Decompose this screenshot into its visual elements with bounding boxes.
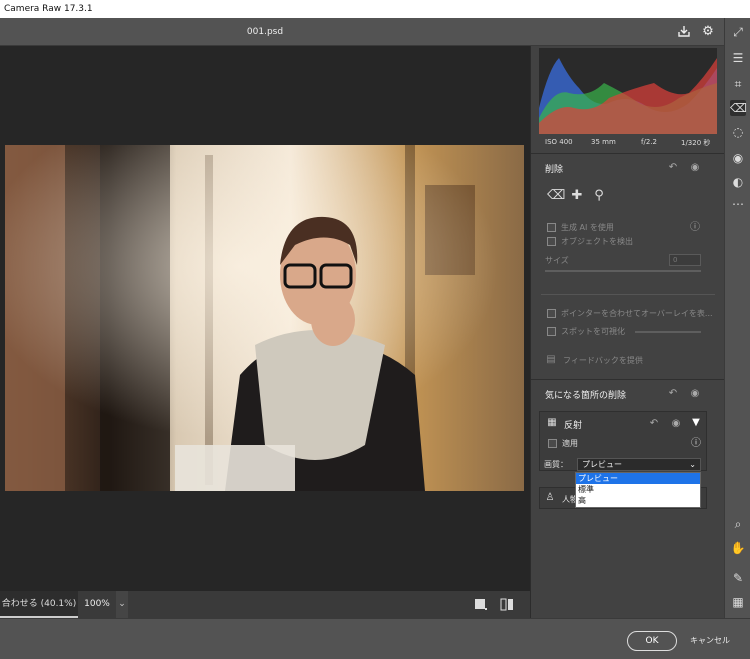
size-slider[interactable] bbox=[545, 270, 701, 272]
crop-icon[interactable]: ⌗ bbox=[730, 76, 746, 92]
quality-option-preview[interactable]: プレビュー bbox=[576, 473, 700, 484]
people-icon: ♙ bbox=[545, 492, 555, 503]
zoom-bar: 合わせる (40.1%) 100% ⌄ bbox=[0, 591, 530, 618]
aperture: f/2.2 bbox=[641, 138, 657, 146]
iso-value: ISO 400 bbox=[545, 138, 573, 146]
view-mode-icon[interactable] bbox=[474, 598, 488, 611]
detect-objects-label: オブジェクトを検出 bbox=[561, 237, 633, 246]
eraser-icon[interactable]: ⌫ bbox=[730, 100, 747, 116]
visualize-spots-label: スポットを可視化 bbox=[561, 327, 625, 336]
apply-label: 適用 bbox=[562, 439, 578, 448]
visibility-icon[interactable]: ◉ bbox=[670, 418, 682, 430]
gen-ai-label: 生成 AI を使用 bbox=[561, 223, 614, 232]
histogram bbox=[539, 48, 717, 134]
zoom-dropdown-icon[interactable]: ⌄ bbox=[116, 591, 128, 618]
save-icon[interactable] bbox=[676, 24, 692, 40]
window-title: Camera Raw 17.3.1 bbox=[0, 0, 750, 18]
feedback-link[interactable]: フィードバックを提供 bbox=[563, 355, 643, 366]
tool-strip: ⤢ ☰ ⌗ ⌫ ◌ ◉ ◐ ⋯ ⌕ ✋ ✎ ▦ bbox=[724, 18, 750, 618]
quality-option-high[interactable]: 高 bbox=[576, 495, 700, 506]
adjust-sliders-icon[interactable]: ☰ bbox=[730, 50, 746, 66]
collapse-icon[interactable]: ▼ bbox=[690, 417, 702, 429]
distractions-panel-title: 気になる箇所の削除 bbox=[545, 391, 627, 401]
redeye-icon[interactable]: ◉ bbox=[730, 150, 746, 166]
gear-icon[interactable]: ⚙ bbox=[700, 24, 716, 40]
reflection-icon: ▦ bbox=[547, 417, 557, 428]
stamp-icon[interactable]: ⚲ bbox=[591, 188, 607, 204]
remove-panel-title: 削除 bbox=[545, 165, 564, 175]
quality-select[interactable]: プレビュー ⌄ bbox=[577, 458, 701, 471]
focal-length: 35 mm bbox=[591, 138, 616, 146]
visualize-spots-checkbox[interactable] bbox=[547, 327, 556, 336]
more-icon[interactable]: ⋯ bbox=[730, 196, 746, 212]
zoom-percent-button[interactable]: 100% bbox=[80, 591, 114, 618]
info-icon[interactable]: ⓘ bbox=[690, 438, 702, 450]
zoom-icon[interactable]: ⌕ bbox=[730, 516, 746, 532]
presets-icon[interactable]: ◐ bbox=[730, 174, 746, 190]
visibility-icon[interactable]: ◉ bbox=[689, 162, 701, 174]
ok-button[interactable]: OK bbox=[627, 631, 677, 651]
image-canvas[interactable] bbox=[0, 46, 530, 591]
reset-icon[interactable]: ↶ bbox=[648, 418, 660, 430]
file-name: 001.psd bbox=[246, 27, 284, 37]
footer-bar: OK キャンセル bbox=[0, 618, 750, 659]
quality-label: 画質： bbox=[544, 460, 568, 469]
photo-preview[interactable] bbox=[5, 145, 524, 491]
quality-option-standard[interactable]: 標準 bbox=[576, 484, 700, 495]
visibility-icon[interactable]: ◉ bbox=[689, 388, 701, 400]
detect-objects-checkbox[interactable] bbox=[547, 237, 556, 246]
size-label: サイズ bbox=[545, 256, 569, 265]
capture-info: ISO 400 35 mm f/2.2 1/320 秒 bbox=[531, 138, 725, 152]
overlay-checkbox[interactable] bbox=[547, 309, 556, 318]
zoom-fit-button[interactable]: 合わせる (40.1%) bbox=[0, 591, 78, 618]
visualize-slider[interactable] bbox=[635, 331, 701, 333]
shutter-speed: 1/320 秒 bbox=[681, 139, 711, 147]
reflections-title: 反射 bbox=[564, 421, 583, 431]
reset-icon[interactable]: ↶ bbox=[667, 162, 679, 174]
right-panel: ISO 400 35 mm f/2.2 1/320 秒 削除 ↶ ◉ ⌫ ✚ ⚲… bbox=[530, 46, 725, 618]
before-after-icon[interactable] bbox=[500, 598, 514, 611]
cancel-button[interactable]: キャンセル bbox=[686, 631, 734, 651]
overlay-label: ポインターを合わせてオーバーレイを表... bbox=[561, 309, 713, 318]
quality-dropdown-list: プレビュー 標準 高 bbox=[575, 472, 701, 508]
fullscreen-icon[interactable]: ⤢ bbox=[730, 24, 746, 40]
gen-ai-checkbox[interactable] bbox=[547, 223, 556, 232]
info-icon[interactable]: ⓘ bbox=[689, 222, 701, 234]
eraser-icon[interactable]: ⌫ bbox=[547, 188, 565, 204]
apply-checkbox[interactable] bbox=[548, 439, 557, 448]
chevron-down-icon: ⌄ bbox=[689, 460, 696, 469]
feedback-icon[interactable]: ▤ bbox=[543, 352, 559, 368]
top-bar: 001.psd ⚙ bbox=[0, 18, 724, 46]
color-sampler-icon[interactable]: ✎ bbox=[730, 570, 746, 586]
quality-select-value: プレビュー bbox=[582, 460, 622, 469]
reset-icon[interactable]: ↶ bbox=[667, 388, 679, 400]
mask-icon[interactable]: ◌ bbox=[730, 124, 746, 140]
size-input[interactable]: 0 bbox=[669, 254, 701, 266]
hand-icon[interactable]: ✋ bbox=[730, 540, 746, 556]
grid-icon[interactable]: ▦ bbox=[730, 594, 746, 610]
bandage-icon[interactable]: ✚ bbox=[569, 188, 585, 204]
